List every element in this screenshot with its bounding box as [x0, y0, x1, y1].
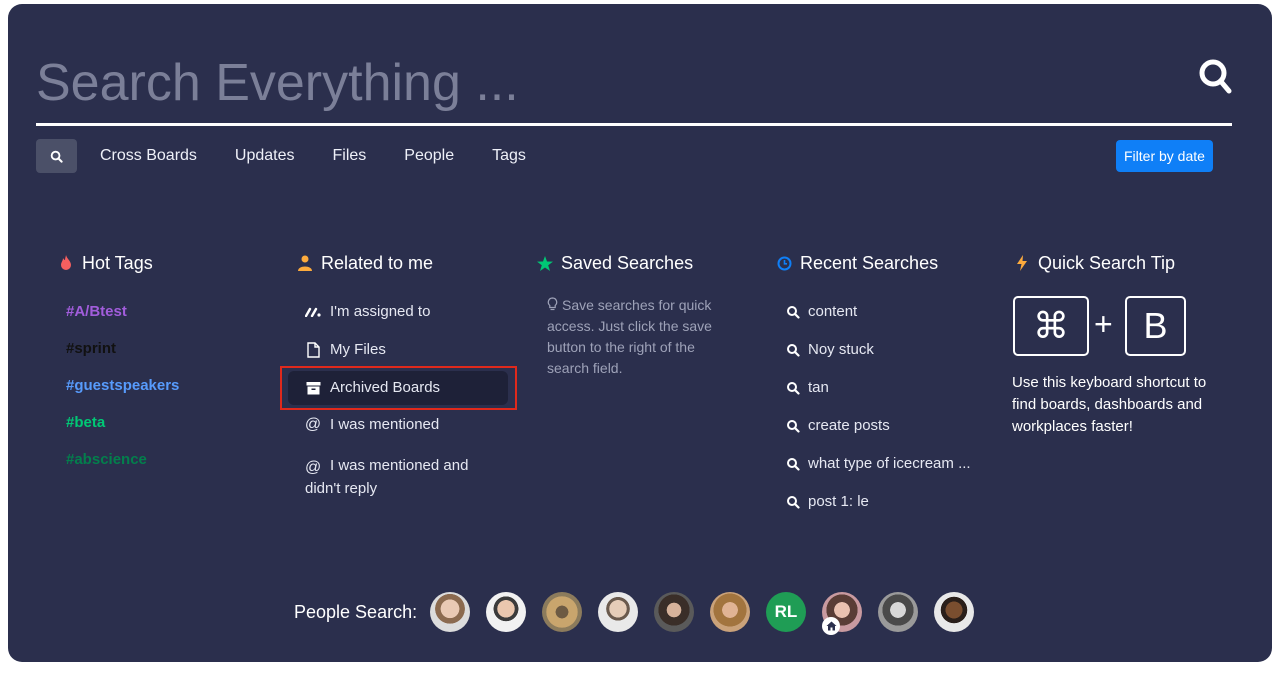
- home-icon: [822, 617, 840, 635]
- tab-files[interactable]: Files: [333, 147, 367, 165]
- search-icon: [787, 305, 800, 319]
- recent-search-item[interactable]: create posts: [786, 417, 890, 434]
- command-key: ⌘: [1013, 296, 1089, 356]
- at-sign-icon: @: [304, 416, 322, 433]
- saved-searches-hint: Save searches for quick access. Just cli…: [547, 295, 727, 379]
- search-icon: [50, 150, 63, 163]
- tab-tags[interactable]: Tags: [492, 147, 526, 165]
- related-label: Related to me: [321, 252, 434, 273]
- recent-searches-section: Recent Searches: [776, 250, 938, 276]
- avatar[interactable]: [486, 592, 526, 632]
- related-item-label: I was mentioned and didn't reply: [305, 457, 469, 497]
- tag-beta[interactable]: #beta: [66, 414, 105, 431]
- tab-updates[interactable]: Updates: [235, 147, 295, 165]
- file-icon: [305, 341, 321, 359]
- tag-sprint[interactable]: #sprint: [66, 340, 116, 357]
- saved-searches-section: Saved Searches: [537, 250, 693, 276]
- fire-icon: [58, 255, 74, 271]
- avatar[interactable]: [542, 592, 582, 632]
- recent-search-label: content: [808, 303, 858, 320]
- quick-tip-text: Use this keyboard shortcut to find board…: [1012, 374, 1207, 435]
- monday-logo-icon: [305, 303, 321, 321]
- search-icon: [787, 457, 800, 471]
- related-assigned-to[interactable]: I'm assigned to: [305, 303, 430, 321]
- related-archived-boards[interactable]: Archived Boards: [305, 379, 440, 397]
- user-icon: [297, 255, 313, 271]
- hot-tags-section: Hot Tags: [58, 250, 153, 276]
- saved-searches-label: Saved Searches: [561, 252, 694, 273]
- avatar[interactable]: [710, 592, 750, 632]
- lightning-icon: [1014, 255, 1030, 271]
- recent-search-item[interactable]: post 1: le: [786, 493, 869, 510]
- filter-by-date-button[interactable]: Filter by date: [1116, 140, 1213, 172]
- saved-searches-title: Saved Searches: [537, 250, 693, 276]
- recent-search-label: create posts: [808, 417, 890, 434]
- related-title: Related to me: [297, 250, 433, 276]
- avatar[interactable]: [430, 592, 470, 632]
- tag-guestspeakers[interactable]: #guestspeakers: [66, 377, 179, 394]
- recent-searches-label: Recent Searches: [800, 252, 939, 273]
- related-my-files[interactable]: My Files: [305, 341, 386, 359]
- people-search-label: People Search:: [294, 602, 418, 622]
- recent-search-item[interactable]: content: [786, 303, 857, 320]
- avatar[interactable]: [654, 592, 694, 632]
- related-mentioned-no-reply[interactable]: @ I was mentioned and didn't reply: [305, 454, 480, 500]
- star-icon: [537, 255, 553, 271]
- search-icon: [787, 381, 800, 395]
- related-item-label: My Files: [330, 341, 386, 358]
- related-item-label: I'm assigned to: [330, 303, 431, 320]
- hot-tags-label: Hot Tags: [82, 252, 153, 273]
- tab-all-search[interactable]: [36, 139, 77, 173]
- clock-icon: [776, 255, 792, 271]
- avatar[interactable]: [934, 592, 974, 632]
- quick-tip-title: Quick Search Tip: [1014, 250, 1175, 276]
- recent-search-item[interactable]: Noy stuck: [786, 341, 874, 358]
- avatar[interactable]: [598, 592, 638, 632]
- recent-search-item[interactable]: tan: [786, 379, 829, 396]
- search-icon[interactable]: [1198, 58, 1232, 98]
- at-sign-icon: @: [305, 459, 322, 476]
- search-icon: [787, 495, 800, 509]
- avatar[interactable]: [878, 592, 918, 632]
- related-item-label: I was mentioned: [330, 416, 440, 433]
- quick-tip-label: Quick Search Tip: [1038, 252, 1176, 273]
- recent-search-item[interactable]: what type of icecream ...: [786, 455, 971, 472]
- related-item-label: Archived Boards: [330, 379, 441, 396]
- saved-searches-text: Save searches for quick access. Just cli…: [547, 297, 712, 376]
- search-icon: [787, 343, 800, 357]
- tag-ab-test[interactable]: #A/Btest: [66, 303, 127, 320]
- search-input[interactable]: [36, 48, 1156, 118]
- plus-sign: +: [1094, 306, 1113, 342]
- archive-icon: [305, 379, 321, 397]
- recent-search-label: post 1: le: [808, 493, 869, 510]
- recent-search-label: what type of icecream ...: [808, 455, 971, 472]
- related-mentioned[interactable]: @ I was mentioned: [305, 416, 439, 434]
- recent-searches-title: Recent Searches: [776, 250, 938, 276]
- quick-tip-section: Quick Search Tip: [1014, 250, 1175, 276]
- avatar-initials[interactable]: RL: [766, 592, 806, 632]
- recent-search-label: Noy stuck: [808, 341, 874, 358]
- tab-cross-boards[interactable]: Cross Boards: [100, 147, 197, 165]
- related-section: Related to me: [297, 250, 433, 276]
- b-key: B: [1125, 296, 1186, 356]
- tag-abscience[interactable]: #abscience: [66, 451, 147, 468]
- recent-search-label: tan: [808, 379, 829, 396]
- search-icon: [787, 419, 800, 433]
- tab-people[interactable]: People: [404, 147, 454, 165]
- search-tabs: Cross Boards Updates Files People Tags: [36, 139, 564, 173]
- hot-tags-title: Hot Tags: [58, 250, 153, 276]
- lightbulb-icon: [547, 297, 558, 311]
- search-bar: [36, 44, 1232, 126]
